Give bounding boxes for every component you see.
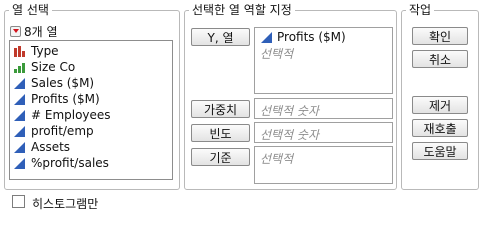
ordinal-bar-icon [13,61,26,74]
recall-button[interactable]: 재호출 [412,119,468,137]
column-list-item[interactable]: # Employees [10,107,172,123]
freq-role-box[interactable]: 선택적 숫자 [254,122,393,143]
column-name: Sales ($M) [31,76,95,90]
continuous-ramp-icon [13,109,26,122]
by-role-box[interactable]: 선택적 [254,146,393,184]
cast-roles-title: 선택한 열 역할 지정 [189,3,295,17]
continuous-ramp-icon [13,141,26,154]
column-list[interactable]: Type Size Co Sales ($M) Profits ($M) # Emplo… [9,40,173,180]
column-name: %profit/sales [31,156,109,170]
column-count-header[interactable]: 8개 열 [10,24,58,39]
column-count-label: 8개 열 [24,24,58,39]
action-title: 작업 [406,3,435,17]
column-name: # Employees [31,108,111,122]
column-list-item[interactable]: %profit/sales [10,155,172,171]
column-name: Assets [31,140,71,154]
weight-role-button[interactable]: 가중치 [191,100,250,118]
continuous-ramp-icon [261,31,272,43]
select-columns-title: 열 선택 [9,3,52,17]
y-role-value: Profits ($M) [277,30,346,44]
column-name: Profits ($M) [31,92,100,106]
y-role-placeholder: 선택적 [260,47,294,61]
remove-button[interactable]: 제거 [412,96,468,114]
ok-button[interactable]: 확인 [412,27,468,45]
column-list-item[interactable]: profit/emp [10,123,172,139]
column-name: Size Co [31,60,76,74]
column-list-item[interactable]: Assets [10,139,172,155]
continuous-ramp-icon [13,125,26,138]
by-role-placeholder: 선택적 [260,152,294,166]
y-role-box[interactable]: Profits ($M) 선택적 [254,27,393,94]
column-list-item[interactable]: Sales ($M) [10,75,172,91]
histogram-only-checkbox[interactable] [12,195,25,208]
column-name: Type [31,44,59,58]
freq-role-placeholder: 선택적 숫자 [260,128,320,142]
continuous-ramp-icon [13,77,26,90]
nominal-bar-icon [13,45,26,58]
column-name: profit/emp [31,124,94,138]
dropdown-arrow-icon[interactable] [10,25,21,37]
continuous-ramp-icon [13,93,26,106]
weight-role-placeholder: 선택적 숫자 [260,104,320,118]
histogram-only-label: 히스토그램만 [32,197,99,211]
y-role-item[interactable]: Profits ($M) [260,30,346,44]
cancel-button[interactable]: 취소 [412,50,468,68]
help-button[interactable]: 도움말 [412,142,468,160]
weight-role-box[interactable]: 선택적 숫자 [254,98,393,119]
freq-role-button[interactable]: 빈도 [191,124,250,142]
column-list-item[interactable]: Size Co [10,59,172,75]
column-list-item[interactable]: Profits ($M) [10,91,172,107]
column-list-item[interactable]: Type [10,43,172,59]
by-role-button[interactable]: 기준 [191,148,250,166]
continuous-ramp-icon [13,157,26,170]
y-role-button[interactable]: Y, 열 [191,28,250,46]
